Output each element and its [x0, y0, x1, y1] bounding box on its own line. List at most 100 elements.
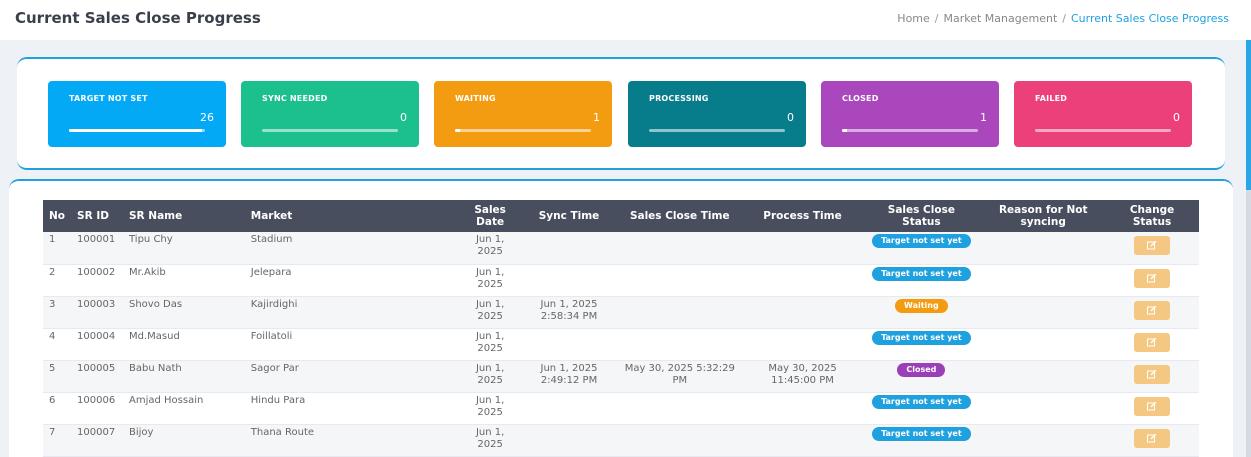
col-sales-close-time[interactable]: Sales Close Time: [616, 200, 744, 232]
cell-sr-name: Tipu Chy: [129, 234, 173, 245]
cell-market: Foillatoli: [250, 330, 293, 342]
table-row[interactable]: 7 100007 Bijoy Thana Route Jun 1, 2025 T…: [43, 424, 1199, 456]
top-bar: Current Sales Close Progress Home / Market…: [0, 0, 1251, 40]
cell-change-status: [1105, 360, 1199, 392]
col-sync-time[interactable]: Sync Time: [522, 200, 616, 232]
col-no[interactable]: No: [43, 200, 71, 232]
cell-status: Closed: [861, 360, 981, 392]
cell-sr-id: 100004: [77, 330, 116, 342]
change-status-button[interactable]: [1134, 428, 1171, 448]
scrollbar-thumb[interactable]: [1246, 40, 1251, 190]
cell-process-time: [744, 296, 862, 328]
stat-value: 1: [980, 111, 987, 124]
cell-sales-close-time: [616, 424, 744, 456]
table-row[interactable]: 6 100006 Amjad Hossain Hindu Para Jun 1,…: [43, 392, 1199, 424]
table-row[interactable]: 2 100002 Mr.Akib Jelepara Jun 1, 2025 Ta…: [43, 264, 1199, 296]
cell-reason: [981, 360, 1105, 392]
cell-sales-close-time: [616, 328, 744, 360]
cell-no: 1: [49, 234, 56, 245]
col-market[interactable]: Market: [245, 200, 458, 232]
stat-label: FAILED: [1035, 94, 1068, 103]
col-reason-not-syncing[interactable]: Reason for Not syncing: [981, 200, 1105, 232]
table-row[interactable]: 3 100003 Shovo Das Kajirdighi Jun 1, 202…: [43, 296, 1199, 328]
change-status-button[interactable]: [1134, 396, 1171, 416]
cell-reason: [981, 328, 1105, 360]
change-status-button[interactable]: [1134, 268, 1171, 288]
status-badge: Waiting: [895, 298, 948, 313]
cell-sr-id: 100007: [77, 426, 116, 438]
edit-icon: [1147, 305, 1157, 314]
stat-failed[interactable]: FAILED 0: [1014, 81, 1192, 147]
breadcrumb-home[interactable]: Home: [897, 12, 929, 25]
cell-market: Hindu Para: [250, 394, 306, 406]
cell-change-status: [1105, 296, 1199, 328]
cell-process-time: [744, 392, 862, 424]
stat-closed[interactable]: CLOSED 1: [821, 81, 999, 147]
cell-no: 5: [49, 362, 56, 374]
cell-sales-close-time: [616, 232, 744, 264]
change-status-button[interactable]: [1134, 332, 1171, 352]
cell-reason: [981, 392, 1105, 424]
cell-no: 3: [49, 298, 56, 310]
stat-progress-bar: [842, 129, 978, 132]
cell-sync-time: Jun 1, 2025 2:49:12 PM: [540, 362, 598, 386]
col-sales-date[interactable]: Sales Date: [458, 200, 522, 232]
table-row[interactable]: 5 100005 Babu Nath Sagor Par Jun 1, 2025…: [43, 360, 1199, 392]
cell-status: Target not set yet: [861, 392, 981, 424]
stat-progress-bar: [262, 129, 398, 132]
edit-icon: [1147, 433, 1157, 442]
cell-market: Stadium: [250, 234, 293, 245]
change-status-button[interactable]: [1134, 300, 1171, 320]
cell-no: 4: [49, 330, 56, 342]
col-change-status[interactable]: Change Status: [1105, 200, 1199, 232]
cell-sr-name: Shovo Das: [129, 298, 183, 310]
breadcrumb-separator: /: [934, 12, 939, 25]
col-sales-close-status[interactable]: Sales Close Status: [861, 200, 981, 232]
cell-no: 2: [49, 266, 56, 278]
stat-progress-bar: [455, 129, 591, 132]
cell-market: Kajirdighi: [250, 298, 298, 310]
cell-status: Target not set yet: [861, 232, 981, 264]
edit-icon: [1147, 369, 1157, 378]
change-status-button[interactable]: [1134, 236, 1171, 255]
cell-sales-close-time: [616, 264, 744, 296]
cell-status: Target not set yet: [861, 264, 981, 296]
cell-change-status: [1105, 424, 1199, 456]
table-body: 1 100001 Tipu Chy Stadium Jun 1, 2025 Ta…: [43, 232, 1199, 456]
cell-reason: [981, 232, 1105, 264]
cell-sr-name: Amjad Hossain: [129, 394, 204, 406]
breadcrumb-market-management[interactable]: Market Management: [944, 12, 1058, 25]
col-process-time[interactable]: Process Time: [744, 200, 862, 232]
stat-progress-fill: [842, 129, 848, 132]
col-sr-id[interactable]: SR ID: [71, 200, 123, 232]
cell-sales-date: Jun 1, 2025: [475, 330, 505, 354]
stat-label: SYNC NEEDED: [262, 94, 328, 103]
cell-change-status: [1105, 328, 1199, 360]
stat-progress-bar: [69, 129, 205, 132]
cell-sync-time: [522, 392, 616, 424]
table-row[interactable]: 1 100001 Tipu Chy Stadium Jun 1, 2025 Ta…: [43, 232, 1199, 264]
stat-label: PROCESSING: [649, 94, 709, 103]
cell-sync-time: [522, 328, 616, 360]
status-badge: Target not set yet: [872, 266, 971, 281]
breadcrumb-separator: /: [1062, 12, 1066, 25]
change-status-button[interactable]: [1134, 364, 1171, 384]
stat-sync-needed[interactable]: SYNC NEEDED 0: [241, 81, 419, 147]
cell-sales-close-time: [616, 296, 744, 328]
cell-market: Jelepara: [250, 266, 292, 278]
stat-value: 0: [400, 111, 407, 124]
stat-target-not-set[interactable]: TARGET NOT SET 26: [48, 81, 226, 147]
cell-sales-close-time: [616, 392, 744, 424]
cell-status: Target not set yet: [861, 328, 981, 360]
status-summary-card: TARGET NOT SET 26 SYNC NEEDED 0 WAITING …: [17, 57, 1225, 170]
stat-progress-fill: [69, 129, 203, 132]
col-sr-name[interactable]: SR Name: [123, 200, 245, 232]
cell-sales-date: Jun 1, 2025: [475, 362, 505, 386]
cell-sales-close-time: May 30, 2025 5:32:29 PM: [624, 362, 735, 386]
table-row[interactable]: 4 100004 Md.Masud Foillatoli Jun 1, 2025…: [43, 328, 1199, 360]
sales-close-table-card: No SR ID SR Name Market Sales Date Sync …: [9, 179, 1233, 457]
stat-processing[interactable]: PROCESSING 0: [628, 81, 806, 147]
page-scrollbar[interactable]: [1246, 40, 1251, 457]
cell-process-time: [744, 232, 862, 264]
stat-waiting[interactable]: WAITING 1: [434, 81, 612, 147]
